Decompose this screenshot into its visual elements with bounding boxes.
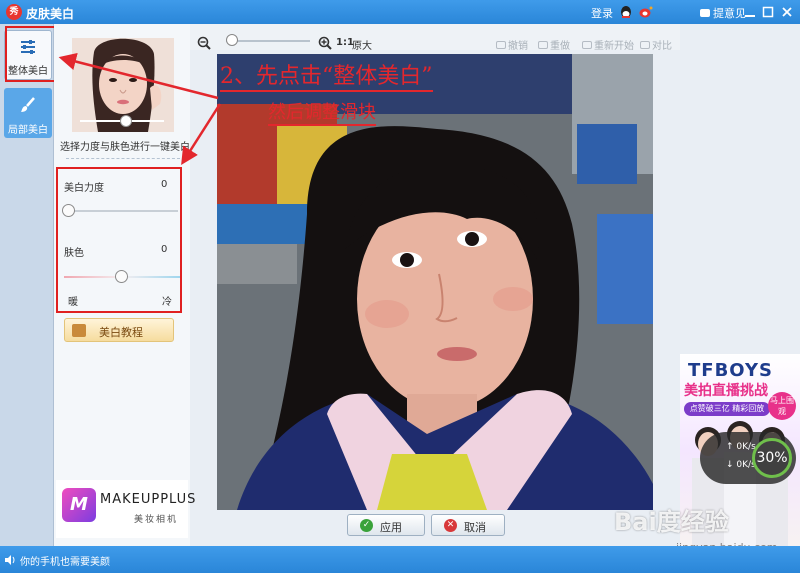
actual-size-button[interactable]: 原大 [352, 37, 372, 52]
skin-tone-slider-knob[interactable] [115, 270, 128, 283]
cancel-label: 取消 [464, 521, 486, 534]
brush-icon [21, 97, 35, 112]
tutorial-label: 美白教程 [99, 326, 143, 339]
apply-label: 应用 [380, 521, 402, 534]
ad-headline: TFBOYS [688, 360, 773, 381]
whitening-slider-knob[interactable] [62, 204, 75, 217]
upload-speed: ↑ 0K/s [726, 442, 756, 452]
baidu-watermark: Bai度经验 [614, 508, 729, 536]
zoom-slider-track[interactable] [226, 40, 310, 42]
ad-badge[interactable]: 马上围观 [768, 392, 796, 420]
restart-label: 重新开始 [594, 41, 634, 52]
undo-icon [496, 41, 506, 49]
warm-label: 暖 [68, 297, 78, 308]
tab-column: 整体美白 局部美白 [0, 24, 54, 546]
divider [66, 158, 180, 159]
makeupplus-logo: M [62, 488, 96, 522]
weibo-icon[interactable] [639, 5, 653, 19]
redo-button[interactable]: 重做 [538, 37, 570, 52]
restart-button[interactable]: 重新开始 [582, 37, 634, 52]
makeupplus-ad[interactable]: M MAKEUPPLUS 美妆相机 [56, 480, 195, 538]
ad-subtitle: 点赞破三亿 精彩回放 [684, 402, 770, 416]
makeupplus-subtitle: 美妆相机 [134, 515, 179, 525]
compare-label: 对比 [652, 41, 672, 52]
instruction-annotation-line-2: 然后调整滑块 [268, 102, 376, 126]
tab-local-whitening[interactable]: 局部美白 [4, 88, 52, 138]
download-speed: ↓ 0K/s [726, 460, 756, 470]
skin-tone-value: 0 [161, 244, 168, 255]
tutorial-button[interactable]: 美白教程 [64, 318, 174, 342]
speaker-icon [5, 555, 15, 565]
instruction-annotation-line-1: 2、先点击“整体美白” [220, 64, 433, 92]
undo-label: 撤销 [508, 41, 528, 52]
title-bar: 秀 皮肤美白 登录 提意见 [0, 0, 800, 24]
redo-label: 重做 [550, 41, 570, 52]
restart-icon [582, 41, 592, 49]
chat-icon [700, 9, 710, 17]
panel-description: 选择力度与肤色进行一键美白 [60, 142, 190, 153]
whitening-slider-track[interactable] [68, 210, 178, 212]
ad-title: 美拍直播挑战 [684, 383, 768, 399]
preset-slider-knob[interactable] [120, 115, 132, 127]
zoom-slider-knob[interactable] [226, 34, 238, 46]
zoom-in-icon[interactable] [318, 36, 332, 50]
redo-icon [538, 41, 548, 49]
status-bar: 你的手机也需要美颜 [0, 546, 800, 573]
minimize-button[interactable] [742, 4, 758, 20]
compare-button[interactable]: 对比 [640, 37, 672, 52]
whitening-label: 美白力度 [64, 183, 104, 194]
compare-icon [640, 41, 650, 49]
check-icon: ✓ [360, 519, 373, 532]
apply-button[interactable]: ✓ 应用 [347, 514, 425, 536]
qq-icon[interactable] [619, 5, 633, 19]
memory-usage-percent[interactable]: 30% [752, 438, 792, 478]
close-button[interactable] [779, 4, 795, 20]
undo-button[interactable]: 撤销 [496, 37, 528, 52]
box-icon [72, 324, 86, 337]
cancel-button[interactable]: ✕ 取消 [431, 514, 505, 536]
whitening-value: 0 [161, 179, 168, 190]
tab-highlight-annotation [5, 26, 57, 82]
window-title: 皮肤美白 [26, 7, 75, 21]
login-link[interactable]: 登录 [591, 5, 613, 21]
maximize-button[interactable] [760, 4, 776, 20]
status-message[interactable]: 你的手机也需要美颜 [20, 553, 110, 568]
zoom-out-icon[interactable] [197, 36, 211, 50]
tab-label: 局部美白 [8, 125, 48, 136]
skin-tone-label: 肤色 [64, 248, 84, 259]
makeupplus-name: MAKEUPPLUS [100, 492, 197, 507]
app-logo: 秀 [6, 4, 22, 20]
adjust-highlight-annotation: 美白力度 0 肤色 0 暖 冷 [56, 167, 182, 313]
feedback-button[interactable]: 提意见 [700, 5, 746, 21]
cool-label: 冷 [162, 297, 172, 308]
close-icon: ✕ [444, 519, 457, 532]
